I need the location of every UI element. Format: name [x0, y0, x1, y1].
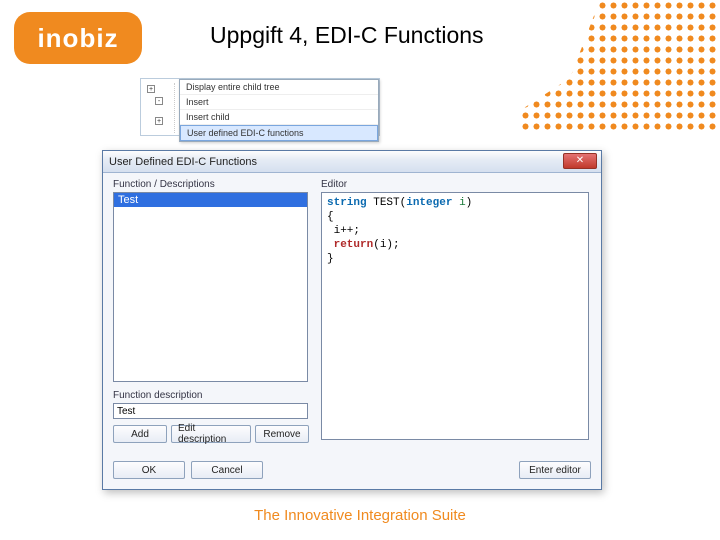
context-menu-item[interactable]: Insert child: [180, 110, 378, 125]
function-list-label: Function / Descriptions: [113, 179, 308, 190]
close-icon: ✕: [576, 155, 584, 166]
context-menu-label: Insert: [186, 97, 209, 107]
tree-node[interactable]: +: [155, 117, 163, 125]
description-area: Function description: [113, 390, 308, 419]
context-menu-label: Display entire child tree: [186, 82, 280, 92]
slide-title: Uppgift 4, EDI-C Functions: [210, 22, 484, 49]
button-label: OK: [142, 465, 156, 476]
list-item[interactable]: Test: [114, 193, 307, 207]
function-listbox[interactable]: Test: [113, 192, 308, 382]
context-menu-item-selected[interactable]: User defined EDI-C functions: [180, 125, 378, 141]
keyword: string: [327, 197, 367, 209]
description-label: Function description: [113, 390, 308, 401]
editor-panel: Editor string TEST(integer i) { i++; ret…: [321, 179, 589, 440]
dialog-button-row: OK Cancel Enter editor: [113, 461, 591, 479]
dialog-title: User Defined EDI-C Functions: [109, 156, 257, 168]
corner-dot-pattern: [520, 0, 720, 130]
function-buttons-row: Add Edit description Remove: [113, 425, 308, 443]
close-button[interactable]: ✕: [563, 153, 597, 169]
context-menu-item[interactable]: Insert: [180, 95, 378, 110]
return-expr: (i);: [373, 239, 399, 251]
context-menu-label: Insert child: [186, 112, 230, 122]
identifier: i: [459, 197, 466, 209]
remove-button[interactable]: Remove: [255, 425, 309, 443]
logo-badge: inobiz: [14, 12, 142, 64]
button-label: Edit description: [178, 423, 244, 445]
button-label: Remove: [263, 429, 300, 440]
context-menu-label: User defined EDI-C functions: [187, 128, 304, 138]
logo-text: inobiz: [37, 23, 118, 54]
keyword: integer: [406, 197, 452, 209]
ok-button[interactable]: OK: [113, 461, 185, 479]
button-label: Enter editor: [529, 465, 581, 476]
function-name: TEST: [373, 197, 399, 209]
dialog-titlebar[interactable]: User Defined EDI-C Functions ✕: [103, 151, 601, 173]
edit-description-button[interactable]: Edit description: [171, 425, 251, 443]
button-label: Add: [131, 429, 149, 440]
tree-context-strip: + - + Display entire child tree Insert I…: [140, 78, 380, 136]
functions-panel: Function / Descriptions Test Function de…: [113, 179, 308, 443]
description-input[interactable]: [113, 403, 308, 419]
enter-editor-button[interactable]: Enter editor: [519, 461, 591, 479]
statement: i++;: [334, 225, 360, 237]
user-defined-functions-dialog: User Defined EDI-C Functions ✕ Function …: [102, 150, 602, 490]
editor-label: Editor: [321, 179, 589, 190]
add-button[interactable]: Add: [113, 425, 167, 443]
context-menu-item[interactable]: Display entire child tree: [180, 80, 378, 95]
button-label: Cancel: [211, 465, 242, 476]
keyword-return: return: [334, 239, 374, 251]
tree-fragment: + - +: [145, 83, 175, 133]
tree-node[interactable]: -: [155, 97, 163, 105]
tagline: The Innovative Integration Suite: [0, 507, 720, 524]
dialog-body: Function / Descriptions Test Function de…: [103, 173, 601, 489]
code-editor[interactable]: string TEST(integer i) { i++; return(i);…: [321, 192, 589, 440]
tree-node[interactable]: +: [147, 85, 155, 93]
list-item-label: Test: [118, 194, 138, 206]
context-menu: Display entire child tree Insert Insert …: [179, 79, 379, 142]
cancel-button[interactable]: Cancel: [191, 461, 263, 479]
